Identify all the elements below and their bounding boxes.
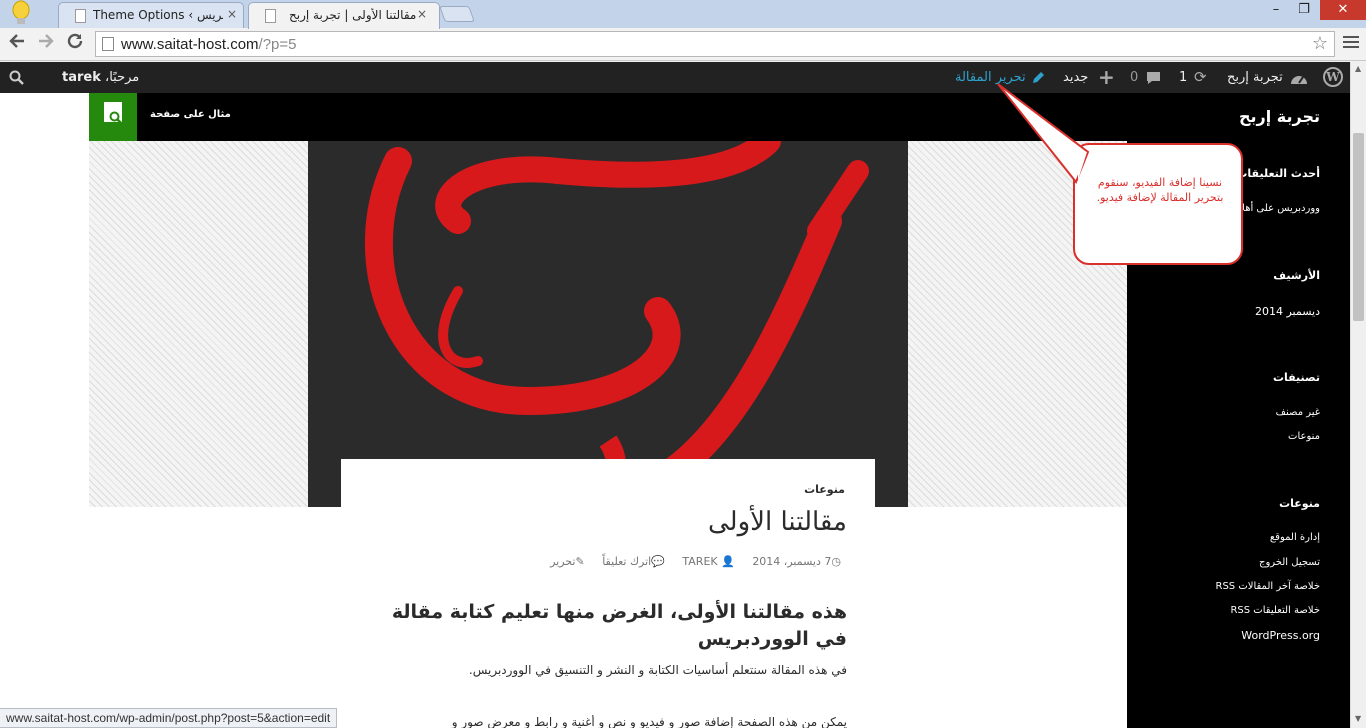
username: tarek (62, 70, 101, 85)
dashboard-icon[interactable] (1290, 62, 1308, 93)
address-url[interactable]: www.saitat-host.com/?p=5 (121, 36, 297, 53)
tab-close-icon[interactable]: × (417, 7, 427, 21)
site-title[interactable]: تجربة إربح (1239, 107, 1320, 126)
post-date-link[interactable]: 7 ديسمبر، 2014 (752, 555, 831, 568)
category-item[interactable]: غير مصنف (1276, 407, 1320, 418)
post-date-group: ◷7 ديسمبر، 2014 (752, 555, 841, 568)
scroll-up-icon[interactable]: ▲ (1355, 64, 1361, 73)
close-window-button[interactable]: ✕ (1320, 0, 1366, 20)
forward-button[interactable] (34, 32, 58, 56)
author-icon: 👤 (721, 555, 735, 568)
callout-text: نسينا إضافة الفيديو، سنقوم بتحرير المقال… (1096, 176, 1224, 204)
meta-link-site-admin[interactable]: إدارة الموقع (1270, 532, 1320, 543)
wp-admin-bar: W تجربة إربح ⟳ 1 0 + جديد تحرير المقالة … (0, 62, 1350, 93)
page-favicon-icon (265, 9, 276, 23)
my-account[interactable]: مرحبًا، tarek (62, 62, 139, 93)
bookmark-star-icon[interactable]: ☆ (1312, 33, 1328, 54)
recent-comments-title: أحدث التعليقات (1236, 167, 1320, 180)
comment-bubble-icon: 💬 (651, 555, 665, 568)
meta-link-comments-rss[interactable]: خلاصة التعليقات RSS (1230, 605, 1320, 616)
profile-bulb-icon[interactable] (10, 0, 32, 26)
clock-icon: ◷ (831, 555, 841, 568)
browser-tab-strip: Theme Options ‹ ووردبريس × مقالتنا الأول… (0, 0, 1366, 29)
reload-icon (67, 33, 83, 49)
meta-link-entries-rss[interactable]: خلاصة آخر المقالات RSS (1216, 581, 1321, 592)
tab-title: مقالتنا الأولى | تجربة إربح (289, 8, 417, 22)
reload-button[interactable] (63, 32, 87, 56)
meta-link-logout[interactable]: تسجيل الخروج (1259, 557, 1320, 568)
comments-count[interactable]: 0 (1130, 62, 1138, 93)
tab-post[interactable]: مقالتنا الأولى | تجربة إربح × (248, 2, 440, 29)
updates-count[interactable]: 1 (1179, 62, 1187, 93)
page-scrollbar[interactable]: ▲ ▼ (1350, 62, 1366, 728)
categories-title: تصنيفات (1272, 371, 1320, 384)
pencil-icon: ✎ (575, 555, 585, 568)
tab-theme-options[interactable]: Theme Options ‹ ووردبريس × (58, 2, 244, 29)
page-margin (0, 93, 89, 728)
post-edit-link[interactable]: تحرير (550, 555, 575, 568)
post-paragraph: في هذه المقالة سنتعلم أساسيات الكتابة و … (468, 663, 847, 677)
url-path: /?p=5 (258, 36, 297, 53)
archive-item[interactable]: ديسمبر 2014 (1255, 305, 1320, 318)
featured-image (308, 141, 908, 507)
post-author-link[interactable]: TAREK (682, 555, 717, 568)
tab-title: Theme Options ‹ ووردبريس (93, 8, 223, 22)
search-icon (109, 111, 123, 129)
chrome-menu-icon[interactable] (1343, 36, 1359, 50)
callout-pointer (997, 83, 1090, 184)
url-host: www.saitat-host.com (121, 36, 259, 53)
post-author-group: 👤 TAREK (682, 555, 734, 568)
meta-link-wordpress-org[interactable]: WordPress.org (1241, 629, 1320, 642)
add-new-icon[interactable]: + (1098, 62, 1115, 93)
back-button[interactable] (5, 32, 29, 56)
greeting-text: مرحبًا، (100, 70, 140, 85)
wordpress-logo-icon[interactable]: W (1323, 67, 1343, 87)
post-edit-group: ✎تحرير (550, 555, 585, 568)
tab-close-icon[interactable]: × (227, 7, 237, 21)
post-article: منوعات مقالتنا الأولى ◷7 ديسمبر، 2014 👤 … (341, 459, 875, 728)
scrollbar-thumb[interactable] (1353, 133, 1364, 321)
link-status-bubble: www.saitat-host.com/wp-admin/post.php?po… (0, 708, 338, 728)
nav-sample-page-link[interactable]: مثال على صفحة (150, 109, 231, 120)
recent-comment-item[interactable]: ووردبريس على أهلاً (1239, 203, 1320, 214)
category-item[interactable]: منوعات (1288, 431, 1320, 442)
site-header (89, 93, 1127, 141)
post-paragraph: يمكن من هذه الصفحة إضافة صور و فيديو و ن… (451, 715, 847, 728)
address-bar[interactable]: www.saitat-host.com/?p=5 ☆ (95, 31, 1335, 57)
comments-icon[interactable] (1146, 62, 1161, 93)
post-title: مقالتنا الأولى (707, 507, 847, 537)
post-category-link[interactable]: منوعات (804, 483, 845, 496)
leave-comment-link[interactable]: اترك تعليقاً (602, 555, 651, 568)
back-arrow-icon (9, 34, 24, 48)
scroll-down-icon[interactable]: ▼ (1355, 714, 1361, 723)
new-tab-button[interactable] (439, 6, 475, 22)
forward-arrow-icon (39, 34, 54, 48)
minimize-button[interactable]: – (1262, 0, 1290, 20)
adminbar-site-name[interactable]: تجربة إربح (1227, 62, 1283, 93)
adminbar-search-icon[interactable] (9, 62, 24, 93)
post-subheading: هذه مقالتنا الأولى، الغرض منها تعليم كتا… (391, 601, 847, 650)
page-icon (102, 37, 114, 51)
browser-toolbar: www.saitat-host.com/?p=5 ☆ (0, 28, 1366, 61)
meta-title: منوعات (1279, 497, 1320, 510)
header-search-toggle[interactable] (89, 93, 137, 141)
updates-icon[interactable]: ⟳ (1194, 62, 1207, 93)
post-meta: ◷7 ديسمبر، 2014 👤 TAREK 💬اترك تعليقاً ✎ت… (536, 555, 841, 568)
restore-button[interactable]: ❐ (1290, 0, 1318, 20)
post-comments-group: 💬اترك تعليقاً (602, 555, 665, 568)
archives-title: الأرشيف (1273, 269, 1320, 282)
arabic-logo-graphic (364, 141, 869, 507)
page-favicon-icon (75, 9, 86, 23)
